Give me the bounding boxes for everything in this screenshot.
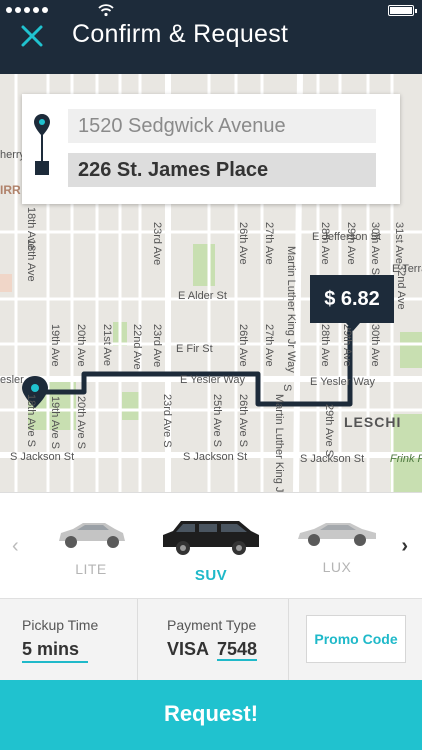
vehicle-option-lite[interactable]: LITE bbox=[36, 517, 146, 577]
map-label: esler bbox=[0, 374, 24, 386]
chevron-right-icon: › bbox=[401, 535, 408, 557]
map-label: Martin Luther King Jr Way S bbox=[273, 394, 285, 492]
pickup-pin-icon bbox=[34, 114, 50, 136]
map-label: E Alder St bbox=[178, 290, 227, 302]
map-label: 20th Ave S bbox=[75, 396, 87, 449]
close-button[interactable] bbox=[18, 22, 46, 50]
vehicle-selector: ‹ LITE SUV LUX › bbox=[0, 492, 422, 598]
map-park bbox=[400, 332, 422, 368]
map-label: 26th Ave bbox=[237, 222, 249, 265]
pickup-time-label: Pickup Time bbox=[22, 617, 99, 633]
map-label: 30th Ave S bbox=[369, 222, 381, 275]
map-label: LESCHI bbox=[344, 414, 401, 430]
map-label: IRR bbox=[0, 183, 21, 197]
map-label: 26th Ave bbox=[237, 324, 249, 367]
request-button[interactable]: Request! bbox=[0, 680, 422, 750]
pickup-time-section: Pickup Time 5 mins bbox=[0, 599, 138, 681]
map-label: 18th Ave S bbox=[25, 394, 37, 447]
map-label: 25th Ave S bbox=[211, 394, 223, 447]
battery-icon bbox=[388, 5, 417, 16]
map-label: 29th Ave S bbox=[323, 404, 335, 457]
map-label: S bbox=[281, 384, 293, 391]
next-vehicle-button[interactable]: › bbox=[401, 535, 408, 558]
map-label: 23rd Ave bbox=[151, 324, 163, 367]
pickup-address-field[interactable]: 1520 Sedgwick Avenue bbox=[68, 109, 376, 143]
map-label: E Fir St bbox=[176, 343, 213, 355]
signal-strength-icon bbox=[6, 7, 48, 13]
price-estimate-badge: $ 6.82 bbox=[310, 275, 394, 331]
status-bar bbox=[0, 0, 422, 20]
payment-type-section: Payment Type VISA 7548 bbox=[139, 599, 289, 681]
wifi-icon bbox=[98, 4, 114, 17]
card-last4: 7548 bbox=[217, 639, 258, 661]
map-label: 19th Ave bbox=[49, 324, 61, 367]
map-label: 28th Ave bbox=[319, 222, 331, 265]
map-label: S Jackson St bbox=[10, 451, 74, 463]
battery-level bbox=[390, 7, 412, 14]
map-park bbox=[193, 244, 215, 286]
vehicle-option-lux[interactable]: LUX bbox=[282, 517, 392, 575]
close-icon bbox=[21, 25, 43, 47]
address-card: 1520 Sedgwick Avenue 226 St. James Place bbox=[22, 94, 400, 204]
map-label: E Yesler Way bbox=[180, 374, 246, 386]
map-label: 26th Ave S bbox=[237, 394, 249, 447]
map-label: 19th Ave S bbox=[49, 396, 61, 449]
trip-details-bar: Pickup Time 5 mins Payment Type VISA 7548… bbox=[0, 598, 422, 681]
destination-marker-icon bbox=[35, 161, 49, 175]
map-label: S Jackson St bbox=[183, 451, 247, 463]
map-label: 28th Ave bbox=[319, 324, 331, 367]
vehicle-label: LUX bbox=[322, 559, 352, 575]
suv-car-icon bbox=[163, 521, 259, 555]
payment-method-selector[interactable]: VISA 7548 bbox=[167, 639, 258, 661]
card-type: VISA bbox=[167, 639, 210, 659]
vehicle-label: LITE bbox=[75, 561, 107, 577]
map-label: 23rd Ave S bbox=[161, 394, 173, 448]
promo-code-button[interactable]: Promo Code bbox=[306, 615, 406, 663]
map-label: 23rd Ave bbox=[151, 222, 163, 265]
payment-type-label: Payment Type bbox=[167, 617, 257, 633]
map-label: 32nd Ave bbox=[395, 264, 407, 310]
map-park bbox=[122, 392, 140, 420]
map-label: 30th Ave bbox=[369, 324, 381, 367]
map-label: 27th Ave bbox=[263, 222, 275, 265]
map-label: Martin Luther King Jr Way bbox=[285, 246, 297, 373]
map-label: 21st Ave bbox=[101, 324, 113, 366]
map-area bbox=[0, 274, 12, 292]
route-connector bbox=[41, 134, 43, 162]
map-label: E Yesler Way bbox=[310, 376, 376, 388]
map-label: 29th Ave bbox=[345, 222, 357, 265]
promo-section: Promo Code bbox=[290, 599, 422, 681]
sedan-car-icon bbox=[59, 523, 125, 548]
destination-address-field[interactable]: 226 St. James Place bbox=[68, 153, 376, 187]
top-bar: Confirm & Request bbox=[0, 0, 422, 74]
pickup-time-value[interactable]: 5 mins bbox=[22, 639, 88, 663]
map-label: 20th Ave bbox=[75, 324, 87, 367]
vehicle-label: SUV bbox=[194, 567, 228, 584]
page-title: Confirm & Request bbox=[72, 20, 289, 48]
map-label: 22nd Ave bbox=[131, 324, 143, 370]
map-label: Frink P bbox=[390, 453, 422, 465]
chevron-left-icon: ‹ bbox=[12, 535, 19, 557]
luxury-car-icon bbox=[298, 523, 376, 546]
map-label: 27th Ave bbox=[263, 324, 275, 367]
map-label: 31st Ave bbox=[393, 222, 405, 264]
map-label: 18th Ave bbox=[25, 239, 37, 282]
previous-vehicle-button[interactable]: ‹ bbox=[12, 535, 19, 558]
vehicle-option-suv[interactable]: SUV bbox=[156, 517, 266, 584]
